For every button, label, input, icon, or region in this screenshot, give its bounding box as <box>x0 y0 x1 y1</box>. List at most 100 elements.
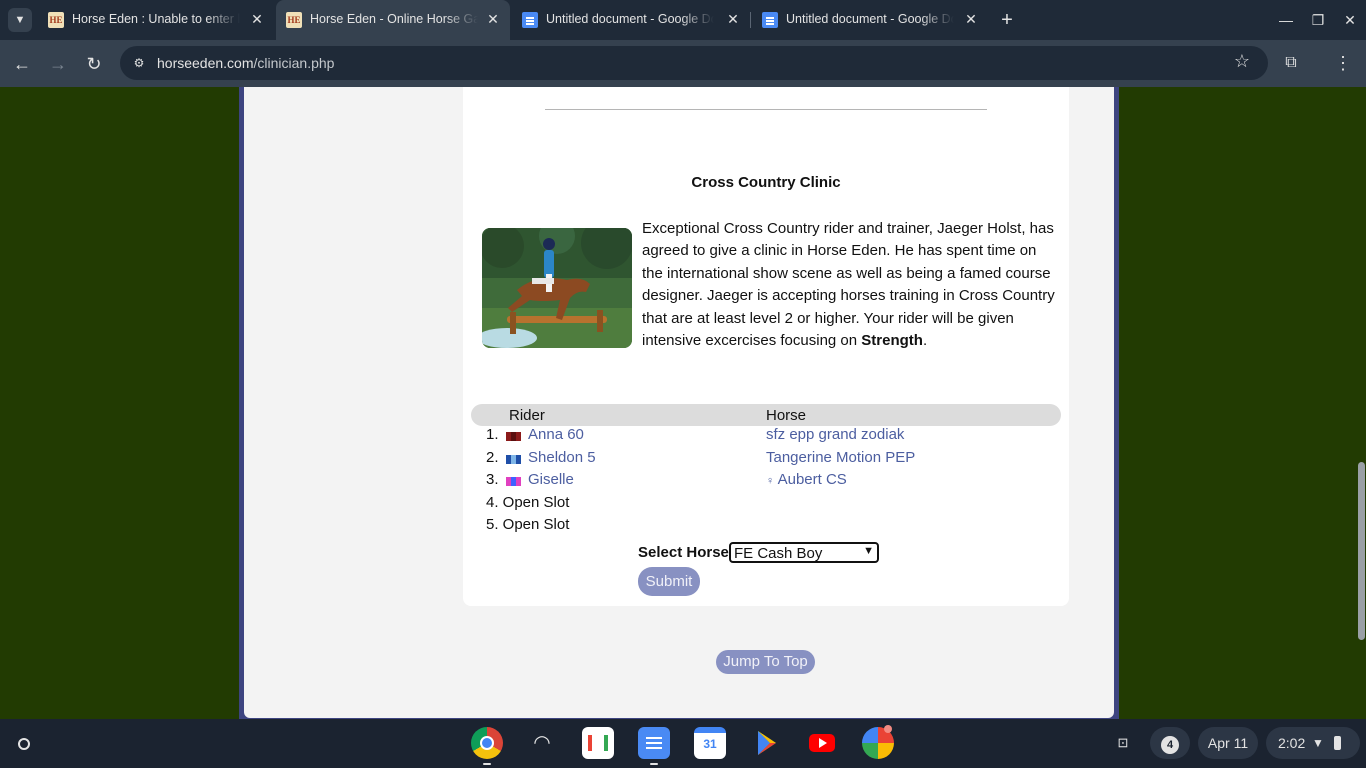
google-docs-favicon-icon <box>762 12 778 28</box>
close-tab-icon[interactable]: ✕ <box>484 10 502 28</box>
horse-link[interactable]: ♀ Aubert CS <box>766 471 847 488</box>
running-indicator <box>650 763 658 765</box>
extensions-puzzle-icon[interactable]: ⧉ <box>1278 50 1304 76</box>
google-photos-app-icon[interactable] <box>862 725 894 759</box>
row-number: 1. <box>486 426 499 443</box>
chevron-down-icon: ▼ <box>863 545 874 557</box>
url-host: horseeden.com <box>157 55 254 71</box>
tab-strip: ▼ HE Horse Eden : Unable to enter horse … <box>0 0 1366 40</box>
clinic-description: Exceptional Cross Country rider and trai… <box>642 218 1058 352</box>
notification-badge[interactable]: 4 <box>1150 727 1190 759</box>
browser-toolbar: ← → ↻ ⚙ horseeden.com/clinician.php ☆ ⧉ … <box>0 40 1366 87</box>
horse-link[interactable]: Tangerine Motion PEP <box>766 449 915 466</box>
url-path: /clinician.php <box>253 55 335 71</box>
clinic-description-end: . <box>922 332 928 350</box>
scrollbar-thumb[interactable] <box>1358 462 1365 640</box>
arrow-left-icon: ← <box>13 54 31 74</box>
rider-column-header: Rider <box>509 407 545 424</box>
open-slot: 4. Open Slot <box>486 494 570 511</box>
play-triangle-icon <box>758 731 776 755</box>
page-viewport: Cross Country Clinic Exceptional Cross C… <box>0 87 1366 719</box>
table-row: 1. Anna 60 sfz epp grand zodiak <box>486 426 1056 448</box>
horse-link[interactable]: sfz epp grand zodiak <box>766 426 904 443</box>
page-scrollbar[interactable] <box>1356 87 1366 719</box>
clinic-rider-image <box>482 228 632 348</box>
horse-name: Aubert CS <box>777 471 847 488</box>
address-bar[interactable]: ⚙ horseeden.com/clinician.php ☆ <box>120 46 1268 80</box>
rider-link[interactable]: Anna 60 <box>528 426 584 443</box>
url-text[interactable]: horseeden.com/clinician.php <box>157 55 334 71</box>
tab-google-doc-2[interactable]: Untitled document - Google Docs ✕ <box>752 0 988 40</box>
rider-flag-icon <box>506 455 521 464</box>
holding-space-icon[interactable]: ⊡ <box>1107 727 1139 759</box>
launcher-button[interactable] <box>8 728 40 760</box>
horse-column-header: Horse <box>766 407 807 424</box>
close-tab-icon[interactable]: ✕ <box>962 10 980 28</box>
system-shelf: ◠ 31 ⊡ 4 Apr 11 2:02 ▼ <box>0 719 1366 768</box>
wifi-icon: ▼ <box>1312 736 1324 750</box>
date-text: Apr 11 <box>1207 735 1249 751</box>
divider <box>545 109 987 110</box>
selected-horse-value: FE Cash Boy <box>734 545 823 562</box>
clinic-description-text: Exceptional Cross Country rider and trai… <box>642 220 1055 350</box>
google-docs-favicon-icon <box>522 12 538 28</box>
minimize-icon: — <box>1279 12 1293 28</box>
tab-title: Horse Eden - Online Horse Game <box>310 12 478 26</box>
rider-link[interactable]: Giselle <box>528 471 574 488</box>
table-row: 4. Open Slot <box>486 494 1056 516</box>
row-number: 2. <box>486 449 499 466</box>
table-row: 5. Open Slot <box>486 516 1056 538</box>
arrow-right-icon: → <box>49 54 67 74</box>
submit-button[interactable]: Submit <box>638 567 700 596</box>
tab-separator <box>750 12 751 28</box>
clinic-title: Cross Country Clinic <box>691 174 841 191</box>
select-horse-label: Select Horse <box>638 544 729 561</box>
new-tab-button[interactable]: + <box>995 8 1019 32</box>
chrome-app-icon[interactable] <box>471 727 503 759</box>
tab-horse-eden-forum[interactable]: HE Horse Eden : Unable to enter horse ✕ <box>38 0 274 40</box>
tab-horse-eden-game[interactable]: HE Horse Eden - Online Horse Game ✕ <box>276 0 510 40</box>
bookmark-star-icon[interactable]: ☆ <box>1234 51 1250 72</box>
chevron-down-icon: ▼ <box>14 14 26 26</box>
close-tab-icon[interactable]: ✕ <box>724 10 742 28</box>
participants-table-header: Rider Horse <box>471 404 1061 426</box>
table-row: 3. Giselle ♀ Aubert CS <box>486 471 1056 493</box>
restore-icon: ❐ <box>1311 12 1325 28</box>
status-tray[interactable]: 2:02 ▼ <box>1266 727 1360 759</box>
gmail-app-icon[interactable] <box>582 727 614 759</box>
cast-app-icon[interactable]: ◠ <box>526 727 558 759</box>
site-info-icon[interactable]: ⚙ <box>128 52 150 74</box>
plus-icon: + <box>1001 9 1013 31</box>
battery-icon <box>1334 736 1341 750</box>
google-docs-app-icon[interactable] <box>638 727 670 759</box>
rider-flag-icon <box>506 477 521 486</box>
notification-count: 4 <box>1161 736 1179 754</box>
back-button[interactable]: ← <box>8 50 36 78</box>
close-window-button[interactable]: ✕ <box>1336 6 1364 34</box>
reload-icon: ↻ <box>86 54 102 74</box>
play-store-app-icon[interactable] <box>750 727 782 759</box>
horse-eden-favicon-icon: HE <box>286 12 302 28</box>
google-calendar-app-icon[interactable]: 31 <box>694 727 726 759</box>
running-indicator <box>483 763 491 765</box>
row-number: 3. <box>486 471 499 488</box>
reload-button[interactable]: ↻ <box>80 50 108 78</box>
restore-button[interactable]: ❐ <box>1304 6 1332 34</box>
rider-link[interactable]: Sheldon 5 <box>528 449 596 466</box>
forward-button[interactable]: → <box>44 50 72 78</box>
date-tray[interactable]: Apr 11 <box>1198 727 1258 759</box>
minimize-button[interactable]: — <box>1272 6 1300 34</box>
close-tab-icon[interactable]: ✕ <box>248 10 266 28</box>
tab-search-button[interactable]: ▼ <box>8 8 32 32</box>
gender-icon: ♀ <box>766 475 775 487</box>
clinic-focus-stat: Strength <box>861 332 923 350</box>
cross-country-jump-illustration <box>482 228 632 348</box>
tab-title: Untitled document - Google Docs <box>546 12 714 26</box>
tab-google-doc-1[interactable]: Untitled document - Google Docs ✕ <box>512 0 750 40</box>
jump-to-top-button[interactable]: Jump To Top <box>716 650 815 674</box>
horse-eden-favicon-icon: HE <box>48 12 64 28</box>
more-menu-icon[interactable]: ⋮ <box>1330 50 1356 76</box>
close-icon: ✕ <box>1344 12 1356 28</box>
horse-select-dropdown[interactable]: FE Cash Boy ▼ <box>729 542 879 563</box>
youtube-app-icon[interactable] <box>806 727 838 759</box>
